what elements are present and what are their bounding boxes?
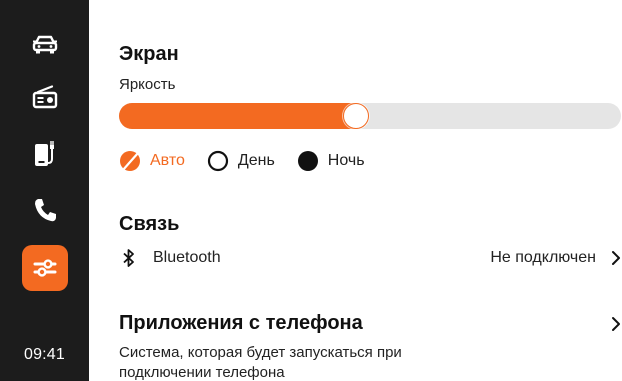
phone-charging-icon xyxy=(32,139,58,169)
chevron-right-icon xyxy=(610,315,622,333)
mode-option-night[interactable]: Ночь xyxy=(297,150,365,172)
sidebar-item-phone-charging[interactable] xyxy=(0,131,89,177)
sidebar: 09:41 xyxy=(0,0,89,381)
mode-label-day: День xyxy=(237,152,275,169)
phone-icon xyxy=(33,197,57,223)
section-title-phone-apps: Приложения с телефона xyxy=(119,312,363,334)
bluetooth-row[interactable]: Bluetooth Не подключен xyxy=(119,243,622,273)
auto-mode-icon xyxy=(119,150,141,172)
bluetooth-status: Не подключен xyxy=(490,249,596,266)
sidebar-item-settings[interactable] xyxy=(0,245,89,291)
brightness-slider-fill xyxy=(119,103,368,129)
brightness-slider[interactable] xyxy=(119,103,621,129)
sidebar-item-car[interactable] xyxy=(0,21,89,67)
display-mode-group: Авто День Ночь xyxy=(119,147,387,175)
mode-option-auto[interactable]: Авто xyxy=(119,150,185,172)
radio-icon xyxy=(32,85,58,109)
brightness-slider-thumb[interactable] xyxy=(342,103,369,129)
day-mode-radio-icon xyxy=(207,150,229,172)
app-frame: 09:41 Экран Яркость Авто День Ночь Связь… xyxy=(0,0,622,381)
mode-label-night: Ночь xyxy=(327,152,365,169)
chevron-right-icon xyxy=(610,249,622,267)
mode-option-day[interactable]: День xyxy=(207,150,275,172)
settings-sliders-icon xyxy=(32,256,58,280)
clock: 09:41 xyxy=(23,346,66,363)
sidebar-active-indicator xyxy=(21,245,68,291)
brightness-label: Яркость xyxy=(119,76,176,93)
sidebar-item-radio[interactable] xyxy=(0,74,89,120)
night-mode-radio-icon xyxy=(297,150,319,172)
phone-apps-description: Система, которая будет запускаться при п… xyxy=(119,344,402,381)
bluetooth-icon xyxy=(119,247,139,269)
car-icon xyxy=(31,33,59,55)
bluetooth-label: Bluetooth xyxy=(153,249,221,266)
sidebar-item-phone[interactable] xyxy=(0,187,89,233)
section-title-connection: Связь xyxy=(119,213,180,235)
settings-panel: Экран Яркость Авто День Ночь Связь Bluet… xyxy=(89,0,622,381)
mode-label-auto: Авто xyxy=(150,152,185,169)
phone-apps-row[interactable]: Приложения с телефона xyxy=(119,312,622,335)
section-title-screen: Экран xyxy=(119,43,179,65)
